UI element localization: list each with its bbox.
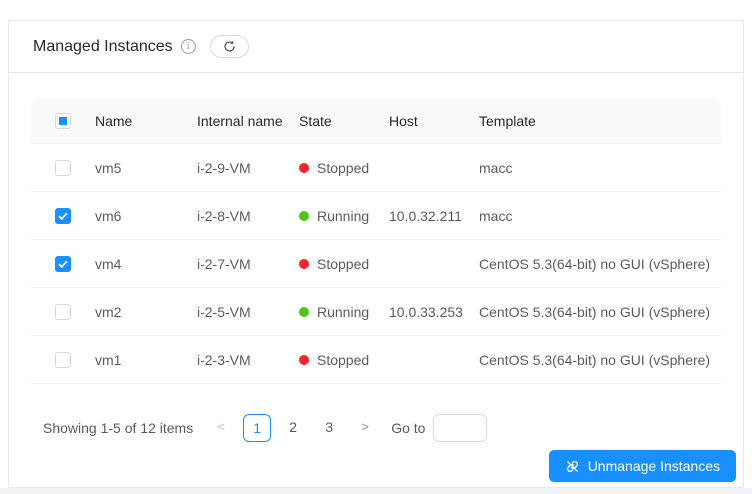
row-checkbox[interactable] xyxy=(55,159,71,176)
internal-name-cell: i-2-9-VM xyxy=(197,159,251,176)
row-checkbox[interactable] xyxy=(55,255,71,272)
name-cell: vm1 xyxy=(95,351,122,368)
row-checkbox[interactable] xyxy=(55,351,71,368)
state-label: Running xyxy=(317,303,370,320)
goto-page-input[interactable] xyxy=(433,414,488,442)
disconnect-icon xyxy=(565,459,580,474)
next-page-button[interactable]: > xyxy=(351,414,379,442)
state-label: Stopped xyxy=(317,159,370,176)
state-dot xyxy=(299,162,309,173)
page-number[interactable]: 2 xyxy=(279,414,307,442)
table-row: vm6 i-2-8-VM Running 10.0.32.211 macc xyxy=(31,192,721,240)
template-cell: CentOS 5.3(64-bit) no GUI (vSphere) xyxy=(479,255,711,272)
table-row: vm1 i-2-3-VM Stopped CentOS 5.3(64-bit) … xyxy=(31,336,721,384)
internal-name-cell: i-2-5-VM xyxy=(197,303,251,320)
column-header-host: Host xyxy=(389,112,418,129)
table-header-row: Name Internal name State Host Template xyxy=(31,98,721,144)
refresh-button[interactable] xyxy=(209,35,249,58)
state-dot xyxy=(299,306,309,317)
host-cell: 10.0.33.253 xyxy=(389,303,463,320)
page-number[interactable]: 1 xyxy=(243,414,272,442)
state-dot xyxy=(299,258,309,269)
goto-label: Go to xyxy=(391,420,426,436)
refresh-icon xyxy=(222,39,237,54)
page-number[interactable]: 3 xyxy=(315,414,343,442)
state-cell: Stopped xyxy=(299,256,389,272)
table-row: vm4 i-2-7-VM Stopped CentOS 5.3(64-bit) … xyxy=(31,240,721,288)
pagination: Showing 1-5 of 12 items < 1 2 3 > Go to xyxy=(43,414,721,442)
state-label: Running xyxy=(317,207,370,224)
unmanage-button-label: Unmanage Instances xyxy=(587,458,720,474)
indeterminate-mark-icon xyxy=(59,116,67,125)
state-cell: Running xyxy=(299,208,389,224)
row-checkbox[interactable] xyxy=(55,303,71,320)
info-icon[interactable]: i xyxy=(180,39,196,54)
unmanage-instances-button[interactable]: Unmanage Instances xyxy=(548,450,736,482)
table-row: vm5 i-2-9-VM Stopped macc xyxy=(31,144,721,192)
managed-instances-card: Managed Instances i Name Internal name S… xyxy=(8,20,744,488)
internal-name-cell: i-2-7-VM xyxy=(197,255,251,272)
name-cell: vm5 xyxy=(95,159,122,176)
column-header-name: Name xyxy=(95,112,133,129)
pagination-summary: Showing 1-5 of 12 items xyxy=(43,420,194,436)
table-row: vm2 i-2-5-VM Running 10.0.33.253 CentOS … xyxy=(31,288,721,336)
template-cell: macc xyxy=(479,207,513,224)
host-cell: 10.0.32.211 xyxy=(389,207,462,224)
state-cell: Stopped xyxy=(299,352,389,368)
name-cell: vm6 xyxy=(95,207,122,224)
row-checkbox[interactable] xyxy=(55,207,71,224)
page-background-strip xyxy=(0,488,752,494)
state-label: Stopped xyxy=(317,351,370,368)
check-icon xyxy=(58,212,68,220)
check-icon xyxy=(58,260,68,268)
state-label: Stopped xyxy=(317,255,370,272)
state-dot xyxy=(299,354,309,365)
internal-name-cell: i-2-3-VM xyxy=(197,351,251,368)
state-dot xyxy=(299,210,309,221)
internal-name-cell: i-2-8-VM xyxy=(197,207,251,224)
template-cell: CentOS 5.3(64-bit) no GUI (vSphere) xyxy=(479,303,711,320)
column-header-internal-name: Internal name xyxy=(197,112,283,129)
template-cell: macc xyxy=(479,159,513,176)
state-cell: Running xyxy=(299,304,389,320)
instances-table: Name Internal name State Host Template v… xyxy=(31,98,721,384)
page-title: Managed Instances xyxy=(33,37,173,55)
card-body: Name Internal name State Host Template v… xyxy=(9,73,743,442)
card-header: Managed Instances i xyxy=(9,21,743,73)
column-header-template: Template xyxy=(479,112,536,129)
name-cell: vm2 xyxy=(95,303,122,320)
header-cell-checkbox xyxy=(31,112,95,129)
template-cell: CentOS 5.3(64-bit) no GUI (vSphere) xyxy=(479,351,711,368)
select-all-checkbox[interactable] xyxy=(55,112,71,129)
column-header-state: State xyxy=(299,112,332,129)
name-cell: vm4 xyxy=(95,255,122,272)
prev-page-button[interactable]: < xyxy=(207,414,235,442)
state-cell: Stopped xyxy=(299,160,389,176)
